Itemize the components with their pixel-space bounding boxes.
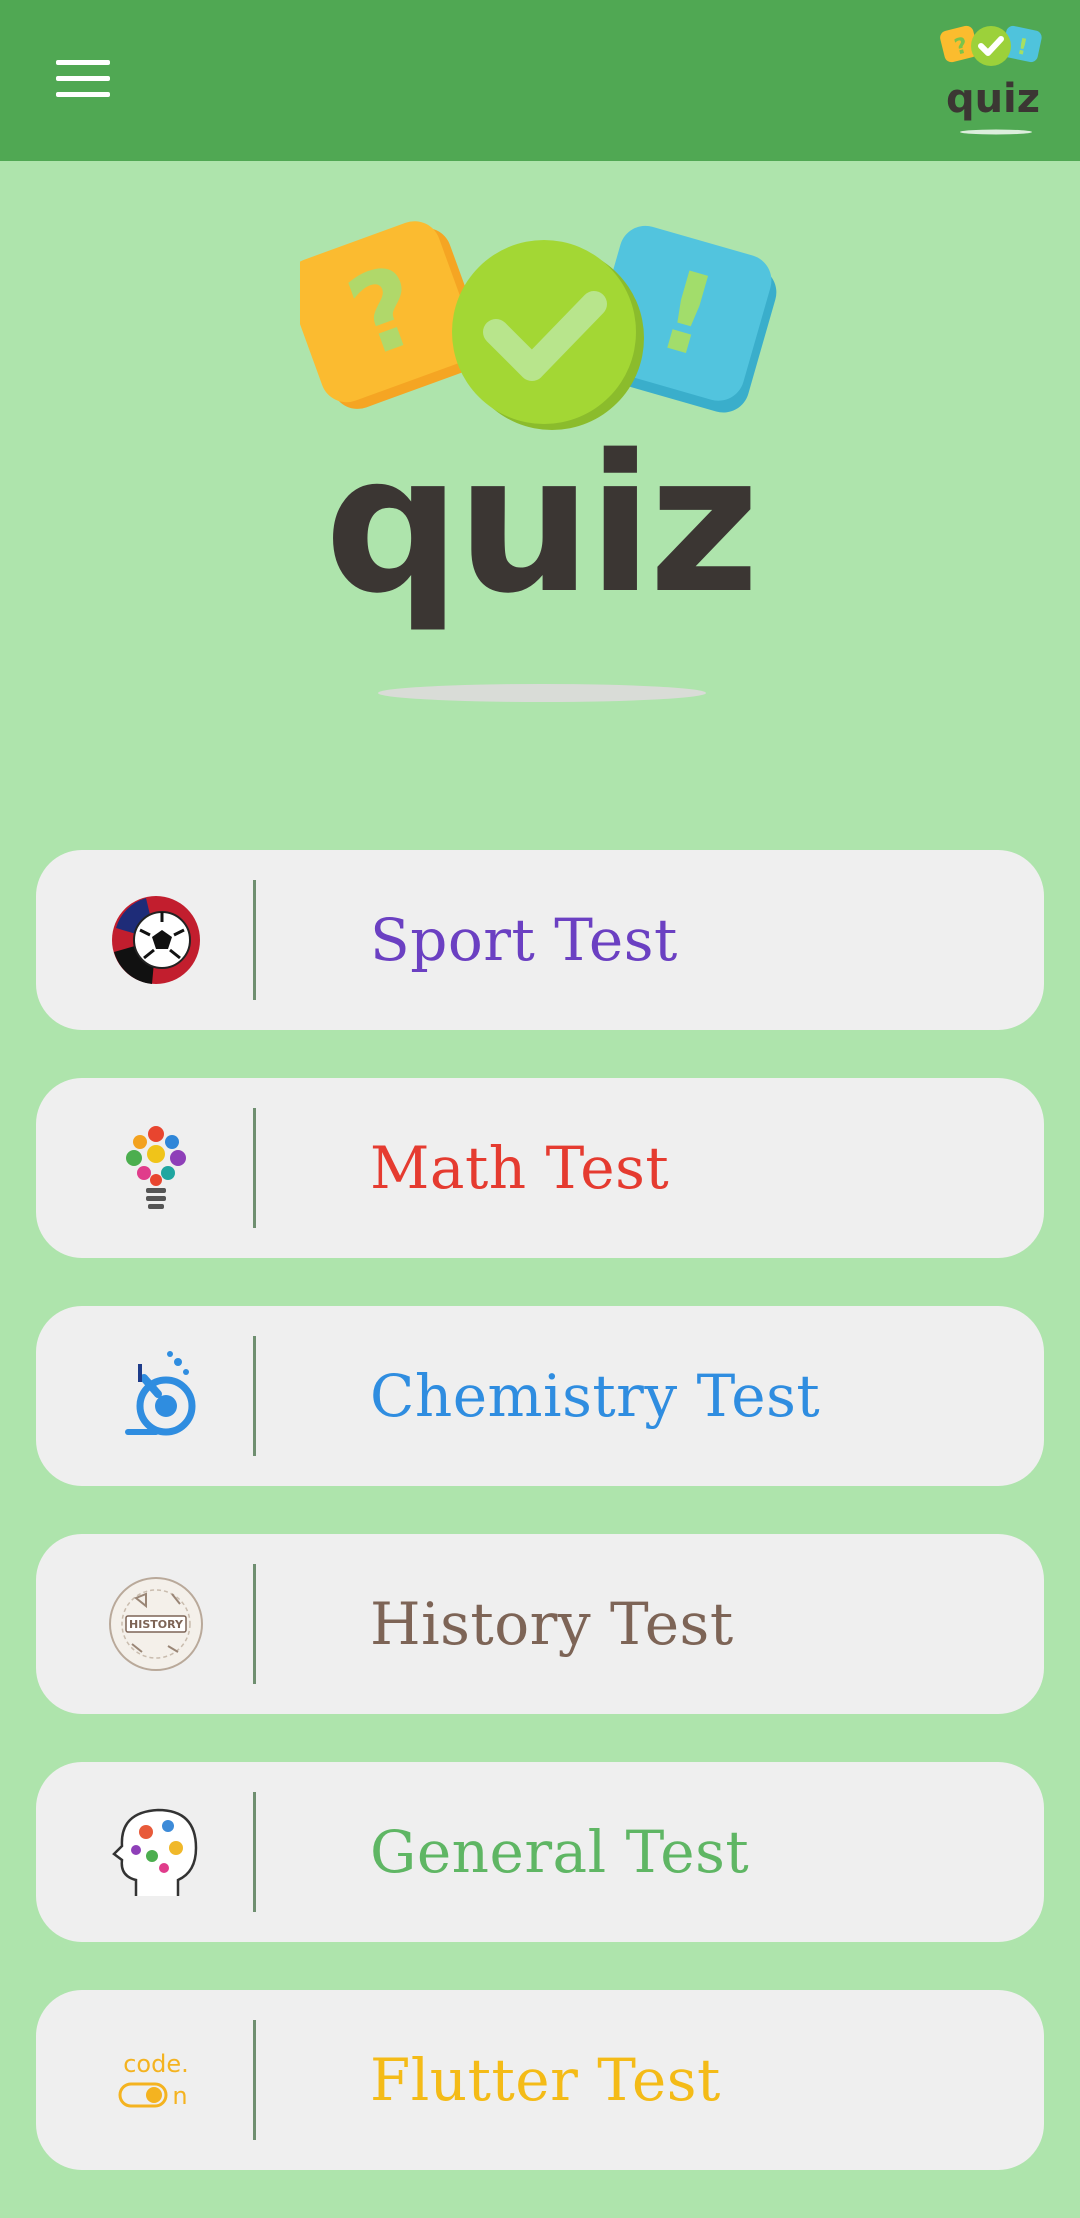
microscope-icon <box>125 1351 196 1436</box>
code-on-icon: code. n <box>118 2050 189 2110</box>
test-list: Sport Test Math Test Chemistry Test HIST… <box>36 850 1044 2218</box>
svg-text:HISTORY: HISTORY <box>129 1618 184 1631</box>
flutter-test-card[interactable]: code. n Flutter Test <box>36 1990 1044 2170</box>
svg-text:code.: code. <box>123 2050 189 2078</box>
history-test-card[interactable]: HISTORY History Test <box>36 1534 1044 1714</box>
sport-test-card[interactable]: Sport Test <box>36 850 1044 1030</box>
svg-text:quiz: quiz <box>946 76 1040 122</box>
general-test-card[interactable]: General Test <box>36 1762 1044 1942</box>
hero-quiz-logo: ? ! quiz <box>300 221 777 702</box>
soccer-ball-icon <box>112 896 200 984</box>
card-divider <box>253 1336 256 1456</box>
card-divider <box>253 1108 256 1228</box>
app-bar: ? ! quiz <box>0 0 1080 161</box>
card-label: Flutter Test <box>370 2046 721 2114</box>
history-circle-icon: HISTORY <box>109 1577 203 1671</box>
card-label: Math Test <box>370 1134 670 1202</box>
card-label: Chemistry Test <box>370 1362 821 1430</box>
svg-text:quiz: quiz <box>325 414 756 635</box>
card-divider <box>253 1564 256 1684</box>
card-divider <box>253 1792 256 1912</box>
head-brain-icon <box>112 1808 198 1896</box>
card-label: General Test <box>370 1818 750 1886</box>
card-divider <box>253 2020 256 2140</box>
math-test-card[interactable]: Math Test <box>36 1078 1044 1258</box>
gear-lightbulb-icon <box>126 1126 186 1209</box>
chemistry-test-card[interactable]: Chemistry Test <box>36 1306 1044 1486</box>
card-label: History Test <box>370 1590 734 1658</box>
hamburger-menu-icon[interactable] <box>40 42 126 114</box>
card-label: Sport Test <box>370 906 678 974</box>
card-divider <box>253 880 256 1000</box>
quiz-logo-icon: ? ! quiz <box>940 25 1042 135</box>
svg-text:n: n <box>172 2082 187 2110</box>
